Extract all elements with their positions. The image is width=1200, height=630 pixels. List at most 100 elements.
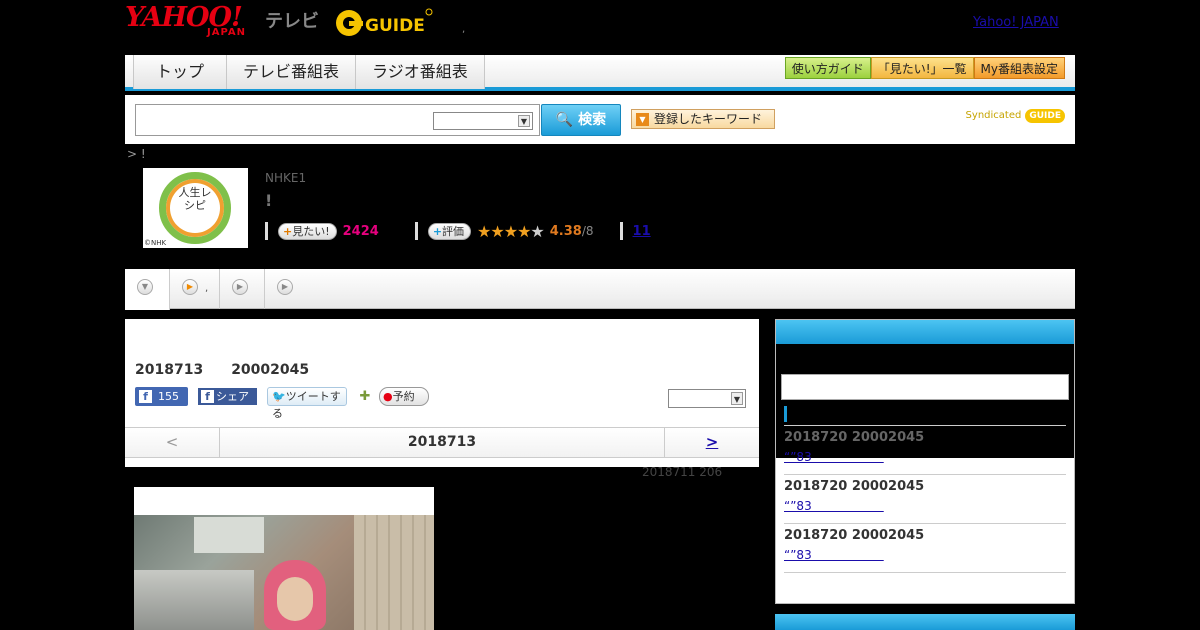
play-icon: ▶ — [232, 279, 248, 295]
sidebar-header — [776, 320, 1074, 344]
current-date: 2018713 — [407, 434, 477, 450]
nav-tab-radio-guide[interactable]: ラジオ番組表 — [356, 55, 485, 89]
facebook-like-button[interactable]: f 155 — [135, 387, 188, 406]
facebook-icon: f — [139, 390, 152, 403]
list-item-link[interactable]: “”83 — [784, 497, 884, 514]
facebook-share-label: シェア — [216, 390, 249, 403]
list-item-date: 2018720 20002045 — [784, 479, 925, 494]
social-buttons: f 155 f シェア 🐦ツイートする ✚ ●予約 — [135, 387, 429, 420]
search-input[interactable]: ▼ — [135, 104, 540, 136]
nav-buttons: 使い方ガイド 「見たい!」一覧 My番組表設定 — [784, 57, 1065, 79]
update-timestamp: 2018711 206 — [642, 465, 723, 479]
my-guide-settings-button[interactable]: My番組表設定 — [973, 57, 1065, 79]
next-date-link[interactable]: > — [664, 428, 759, 457]
review-count-link[interactable]: 11 — [633, 224, 651, 239]
triangle-down-icon: ▼ — [636, 113, 649, 126]
rate-button[interactable]: +評価 — [427, 222, 472, 240]
list-item: 2018720 20002045 “”83 — [784, 524, 1066, 573]
chevron-down-icon: ▼ — [137, 279, 153, 295]
broadcast-datetime: 2018713 20002045 — [135, 362, 310, 378]
sidebar-header-2 — [775, 614, 1075, 630]
kitchen-scene-image — [134, 515, 434, 630]
nav-tab-top[interactable]: トップ — [134, 55, 228, 89]
sidebar-section-marker — [784, 406, 787, 422]
plus-icon: + — [432, 224, 443, 238]
search-category-select[interactable]: ▼ — [433, 112, 533, 130]
program-detail-panel: 2018713 20002045 f 155 f シェア 🐦ツイートする ✚ ●予約… — [125, 319, 759, 467]
chevron-down-icon: ▼ — [518, 115, 530, 127]
rating-max: /8 — [581, 224, 594, 238]
reserve-label: 予約 — [392, 390, 415, 403]
global-nav: トップ テレビ番組表 ラジオ番組表 使い方ガイド 「見たい!」一覧 My番組表設… — [125, 55, 1075, 91]
syndicated-text: Syndicated — [965, 110, 1022, 121]
program-title: ! — [265, 191, 273, 210]
registered-keyword-button[interactable]: ▼ 登録したキーワード — [631, 109, 775, 129]
syndicated-gguide-logo: Syndicated GUIDE — [966, 109, 1065, 123]
dish-rack — [194, 517, 264, 553]
recorder-select[interactable]: ▼ — [668, 389, 746, 408]
rating-value: 4.38 — [549, 223, 582, 239]
tab-third[interactable]: ▶ — [220, 269, 265, 309]
record-dot-icon: ● — [383, 390, 393, 403]
rate-label: 評価 — [442, 224, 465, 238]
plus-icon: + — [283, 224, 293, 238]
list-item-link[interactable]: “”83 — [784, 448, 884, 465]
list-item: 2018720 20002045 “”83 — [784, 475, 1066, 524]
thumbnail-copyright: ©NHK — [144, 239, 167, 247]
prev-date-button[interactable]: < — [125, 428, 220, 457]
sink — [134, 570, 254, 630]
reserve-button[interactable]: ●予約 — [379, 387, 429, 406]
divider — [414, 222, 418, 240]
usage-guide-button[interactable]: 使い方ガイド — [784, 57, 871, 79]
registered-keyword-label: 登録したキーワード — [654, 112, 763, 126]
syndicated-gguide-text: GUIDE — [1025, 109, 1065, 123]
tv-logo-text[interactable]: テレビ — [265, 7, 319, 33]
divider — [265, 222, 268, 240]
nav-tab-tv-guide[interactable]: テレビ番組表 — [227, 55, 357, 89]
list-item: 2018720 20002045 “”83 — [784, 426, 1066, 475]
search-icon: 🔍 — [555, 112, 574, 128]
list-item-date: 2018720 20002045 — [784, 430, 925, 445]
chevron-down-icon: ▼ — [731, 392, 743, 405]
program-stats: +見たい! 2424 +評価 ★★★★★ 4.38 /8 11 — [265, 220, 651, 242]
mitai-list-button[interactable]: 「見たい!」一覧 — [870, 57, 974, 79]
gguide-logo[interactable]: GUIDE — [335, 7, 433, 39]
list-item-link[interactable]: “”83 — [784, 546, 884, 563]
star-rating-icon: ★★★★★ — [477, 221, 545, 241]
header-separator: , — [462, 24, 466, 35]
play-icon: ▶ — [182, 279, 198, 295]
yahoo-japan-logo-text: JAPAN — [207, 27, 246, 38]
program-channel: NHKE1 — [265, 171, 307, 185]
nav-tabs: トップ テレビ番組表 ラジオ番組表 — [133, 55, 485, 89]
facebook-like-count: 155 — [158, 390, 179, 403]
tweet-button[interactable]: 🐦ツイートする — [267, 387, 347, 420]
tab-second-label: , — [205, 283, 209, 294]
divider — [619, 222, 623, 240]
program-subtabs: ▼ ▶ , ▶ ▶ — [125, 269, 1075, 310]
tab-overview[interactable]: ▼ — [125, 269, 170, 310]
thumbnail-title: 人生レシピ — [178, 186, 212, 212]
mitai-count: 2424 — [342, 223, 379, 239]
breadcrumb[interactable]: > ! — [127, 147, 146, 161]
tab-fourth[interactable]: ▶ — [265, 269, 310, 309]
yahoo-japan-link[interactable]: Yahoo! JAPAN — [973, 15, 1059, 30]
play-icon: ▶ — [277, 279, 293, 295]
person-face — [277, 577, 313, 621]
list-item-date: 2018720 20002045 — [784, 528, 925, 543]
search-bar: ▼ 🔍 検索 ▼ 登録したキーワード Syndicated GUIDE — [125, 95, 1075, 144]
twitter-bird-icon: 🐦 — [272, 390, 286, 403]
search-button[interactable]: 🔍 検索 — [541, 104, 621, 136]
svg-text:GUIDE: GUIDE — [365, 16, 425, 36]
facebook-icon: f — [201, 390, 214, 403]
facebook-share-button[interactable]: f シェア — [198, 388, 257, 405]
mitai-button[interactable]: +見たい! — [278, 222, 337, 240]
mitai-label: 見たい! — [292, 224, 330, 238]
program-photo — [134, 487, 434, 630]
date-navigation: < 2018713 > — [125, 427, 759, 458]
program-thumbnail: 人生レシピ ©NHK — [143, 168, 248, 248]
add-calendar-icon[interactable]: ✚ — [357, 389, 373, 405]
search-button-label: 検索 — [578, 112, 607, 128]
sidebar-input[interactable] — [781, 374, 1069, 400]
wall-tiles — [354, 515, 434, 630]
tab-second[interactable]: ▶ , — [170, 269, 220, 309]
